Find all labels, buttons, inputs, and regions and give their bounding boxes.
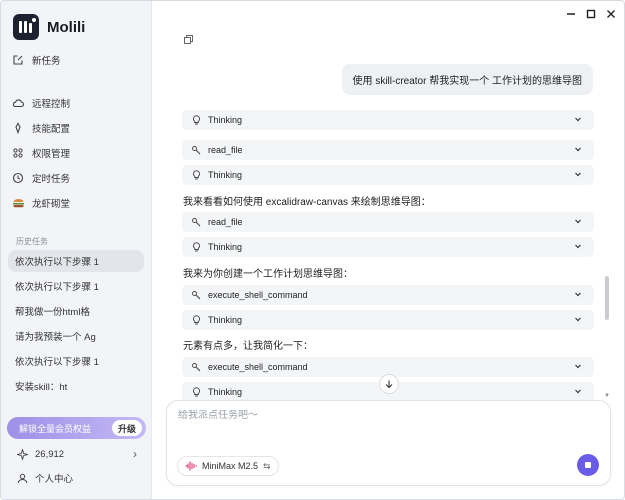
history-item[interactable]: 请为我预装一个 Ag — [8, 325, 144, 347]
user-icon — [17, 473, 28, 484]
user-message-bubble: 使用 skill-creator 帮我实现一个 工作计划的思维导图 — [341, 64, 593, 95]
lightbulb-icon — [191, 387, 201, 397]
composer: MiniMax M2.5 ⇆ — [166, 400, 611, 486]
new-task-label: 新任务 — [32, 56, 61, 67]
brand: Molili — [13, 14, 85, 40]
tool-icon — [191, 217, 201, 227]
sidebar-item-permissions[interactable]: 权限管理 — [11, 142, 143, 164]
assistant-message: 元素有点多，让我简化一下： — [183, 341, 313, 352]
lightbulb-icon — [191, 170, 201, 180]
chevron-down-icon — [573, 289, 583, 299]
lightbulb-icon — [191, 242, 201, 252]
maximize-button[interactable] — [584, 7, 598, 21]
sidebar-item-label: 龙虾砌堂 — [32, 199, 71, 210]
history-item[interactable]: 依次执行以下步骤 1 — [8, 250, 144, 272]
brand-name: Molili — [47, 18, 86, 36]
tool-icon — [191, 145, 201, 155]
tool-row-label: execute_shell_command — [208, 290, 308, 300]
tool-icon — [191, 290, 201, 300]
minimize-button[interactable] — [564, 7, 578, 21]
tool-row-label: execute_shell_command — [208, 362, 308, 372]
lightbulb-icon — [191, 115, 201, 125]
chevron-down-icon — [573, 361, 583, 371]
credits-value: 26,912 — [35, 448, 65, 460]
tool-icon — [191, 362, 201, 372]
app-window: Molili 新任务 远程控制 技能配置 权限管理 定时任务 龙虾砌堂 历史任务… — [0, 0, 625, 500]
thinking-row[interactable]: Thinking — [182, 110, 594, 130]
clock-icon — [11, 171, 25, 185]
burger-icon — [11, 196, 25, 210]
tool-row-label: Thinking — [208, 315, 243, 325]
user-center-button[interactable]: 个人中心 — [17, 471, 73, 485]
upgrade-banner[interactable]: 解锁全量会员权益 升级 — [7, 417, 146, 439]
swap-icon: ⇆ — [263, 460, 271, 471]
chevron-down-icon — [573, 216, 583, 226]
copy-icon[interactable] — [184, 35, 194, 45]
history-item[interactable]: 依次执行以下步骤 1 — [8, 350, 144, 372]
chevron-down-icon — [573, 169, 583, 179]
sidebar-item-remote-control[interactable]: 远程控制 — [11, 92, 143, 114]
upgrade-text: 解锁全量会员权益 — [19, 423, 92, 434]
chevron-down-icon — [573, 241, 583, 251]
chevron-right-icon: › — [133, 447, 137, 461]
sidebar-item-scheduled-tasks[interactable]: 定时任务 — [11, 167, 143, 189]
sidebar-item-label: 远程控制 — [32, 99, 71, 110]
sidebar-item-skill-config[interactable]: 技能配置 — [11, 117, 143, 139]
scrollbar-thumb[interactable] — [605, 276, 609, 320]
sidebar-item-lobster-hall[interactable]: 龙虾砌堂 — [11, 192, 143, 214]
grid-icon — [11, 146, 25, 160]
sidebar-item-label: 权限管理 — [32, 149, 71, 160]
sidebar: Molili 新任务 远程控制 技能配置 权限管理 定时任务 龙虾砌堂 历史任务… — [1, 1, 152, 499]
thinking-row[interactable]: Thinking — [182, 165, 594, 185]
tool-row-label: Thinking — [208, 242, 243, 252]
chevron-down-icon — [573, 144, 583, 154]
tool-row-label: Thinking — [208, 387, 243, 397]
waveform-icon — [185, 461, 198, 471]
tool-row-label: Thinking — [208, 115, 243, 125]
stop-button[interactable] — [577, 454, 599, 476]
tool-row-label: Thinking — [208, 170, 243, 180]
close-button[interactable] — [604, 7, 618, 21]
lightbulb-icon — [191, 315, 201, 325]
history-section-label: 历史任务 — [16, 237, 48, 246]
history-item[interactable]: 帮我做一份html格 — [8, 300, 144, 322]
stop-icon — [585, 462, 591, 468]
history-item[interactable]: 安装skill：ht — [8, 375, 144, 397]
new-task-icon — [11, 53, 25, 67]
user-message-text: 使用 skill-creator 帮我实现一个 工作计划的思维导图 — [352, 76, 582, 87]
model-name: MiniMax M2.5 — [202, 461, 259, 471]
assistant-message: 我来为你创建一个工作计划思维导图： — [183, 269, 353, 280]
history-item[interactable]: 依次执行以下步骤 1 — [8, 275, 144, 297]
credits-row[interactable]: 26,912 › — [17, 447, 137, 461]
chevron-down-icon — [573, 114, 583, 124]
chevron-down-icon — [573, 386, 583, 396]
tool-row-label: read_file — [208, 145, 243, 155]
sidebar-item-label: 定时任务 — [32, 174, 71, 185]
new-task-button[interactable]: 新任务 — [11, 49, 143, 71]
user-center-label: 个人中心 — [35, 474, 74, 485]
scrollbar-down-arrow[interactable]: ▼ — [604, 393, 610, 399]
model-selector[interactable]: MiniMax M2.5 ⇆ — [177, 456, 279, 476]
cloud-icon — [11, 96, 25, 110]
task-input[interactable] — [178, 410, 578, 421]
thinking-row[interactable]: Thinking — [182, 310, 594, 330]
tool-call-row[interactable]: read_file — [182, 212, 594, 232]
tool-call-row[interactable]: read_file — [182, 140, 594, 160]
tag-icon — [11, 121, 25, 135]
scroll-to-bottom-button[interactable] — [379, 374, 399, 394]
chevron-down-icon — [573, 314, 583, 324]
sparkle-icon — [17, 448, 28, 460]
upgrade-button[interactable]: 升级 — [112, 420, 142, 436]
sidebar-item-label: 技能配置 — [32, 124, 71, 135]
tool-call-row[interactable]: execute_shell_command — [182, 285, 594, 305]
logo-icon — [13, 14, 39, 40]
tool-row-label: read_file — [208, 217, 243, 227]
thinking-row[interactable]: Thinking — [182, 237, 594, 257]
assistant-message: 我来看看如何使用 excalidraw-canvas 来绘制思维导图： — [183, 197, 431, 208]
